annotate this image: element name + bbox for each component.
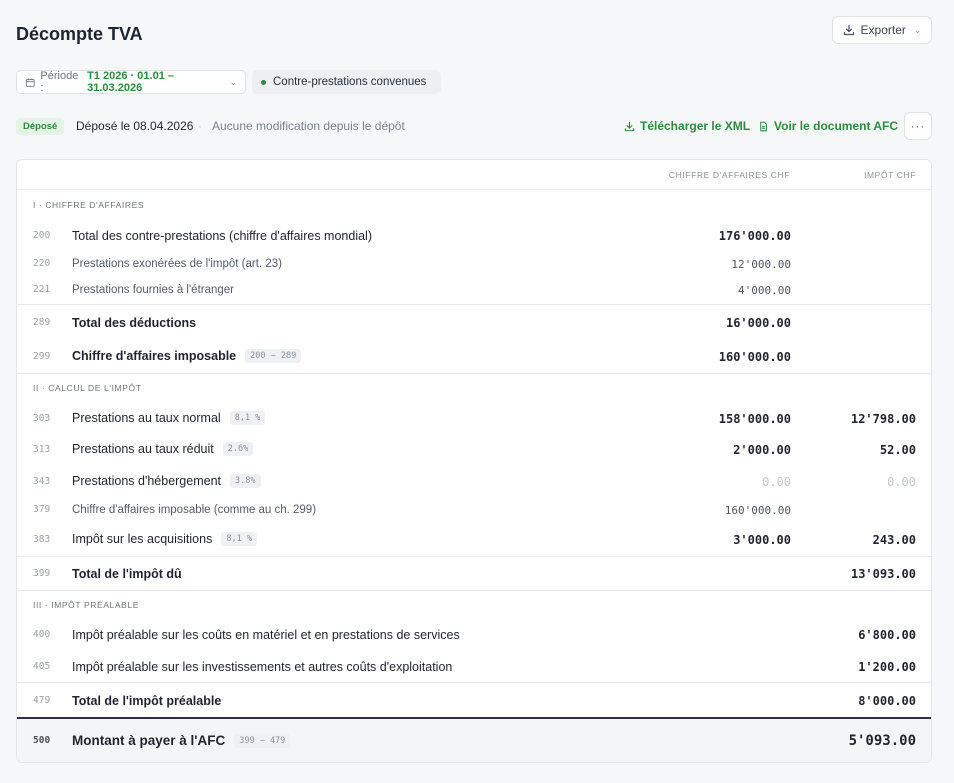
row-label: Prestations au taux réduit [72, 442, 214, 456]
turnover-value: 176'000.00 [718, 229, 791, 243]
row-label: Montant à payer à l'AFC [72, 733, 226, 748]
download-xml-link[interactable]: Télécharger le XML [624, 119, 750, 133]
chevron-down-icon: ⌄ [229, 76, 237, 87]
divider [17, 304, 931, 305]
turnover-value: 160'000.00 [718, 350, 791, 364]
tax-value: 52.00 [879, 443, 916, 457]
row-code: 400 [33, 629, 51, 640]
row-code: 405 [33, 661, 51, 672]
formula-tag: 399 − 479 [234, 733, 291, 748]
page-title: Décompte TVA [16, 24, 143, 44]
vat-table: CHIFFRE D'AFFAIRES CHF IMPÔT CHF I · CHI… [16, 159, 932, 763]
turnover-value: 12'000.00 [731, 258, 791, 271]
chevron-down-icon: ⌄ [913, 24, 922, 35]
more-options-button[interactable]: ··· [904, 112, 932, 140]
download-icon [624, 121, 635, 131]
total-rule [17, 717, 931, 719]
row-code: 303 [33, 413, 51, 424]
rate-tag: 2.6% [222, 442, 254, 456]
row-label: Prestations d'hébergement [72, 474, 222, 488]
row-label-group: Prestations au taux réduit 2.6% [72, 442, 254, 456]
row-label: Total de l'impôt préalable [72, 694, 222, 708]
tax-value: 0.00 [887, 475, 916, 489]
row-code: 479 [33, 695, 51, 706]
row-label: Impôt préalable sur les investissements … [72, 660, 453, 674]
row-label-group: Chiffre d'affaires imposable 200 − 289 [72, 349, 302, 363]
status-dot-icon [261, 79, 266, 85]
turnover-value: 3'000.00 [733, 533, 791, 547]
export-button[interactable]: Exporter ⌄ [832, 16, 932, 44]
turnover-value: 0.00 [762, 475, 791, 489]
tax-value: 12'798.00 [850, 412, 916, 426]
view-document-label: Voir le document AFC [774, 119, 899, 133]
download-xml-label: Télécharger le XML [640, 119, 751, 133]
row-code: 221 [33, 284, 51, 295]
rate-tag: 3.8% [230, 474, 261, 488]
calendar-icon [25, 77, 35, 87]
section-heading-tax-calculation: II · CALCUL DE L'IMPÔT [33, 383, 142, 393]
tax-value: 6'800.00 [858, 628, 916, 642]
row-label: Total des contre-prestations (chiffre d'… [72, 229, 372, 243]
column-header-turnover: CHIFFRE D'AFFAIRES CHF [668, 170, 790, 180]
download-icon [843, 24, 854, 36]
section-heading-input-tax: III · IMPÔT PRÉALABLE [33, 600, 139, 610]
row-label-group: Prestations d'hébergement 3.8% [72, 474, 261, 488]
row-code: 399 [33, 568, 51, 579]
row-code: 313 [33, 444, 51, 455]
row-label: Prestations fournies à l'étranger [72, 284, 235, 296]
row-label: Total de l'impôt dû [72, 567, 182, 581]
turnover-value: 2'000.00 [733, 443, 791, 457]
section-heading-turnover: I · CHIFFRE D'AFFAIRES [33, 200, 145, 210]
status-separator: · [198, 119, 202, 133]
row-code: 200 [33, 230, 51, 241]
row-code: 379 [33, 504, 51, 515]
turnover-value: 160'000.00 [724, 504, 791, 517]
row-label: Chiffre d'affaires imposable (comme au c… [72, 504, 317, 516]
document-icon [760, 121, 767, 131]
turnover-value: 158'000.00 [718, 412, 791, 426]
tax-value: 8'000.00 [858, 694, 916, 708]
amount-due-value: 5'093.00 [848, 733, 916, 749]
row-code: 289 [33, 317, 51, 328]
tax-value: 243.00 [872, 533, 916, 547]
tax-value: 1'200.00 [858, 660, 916, 674]
row-label: Prestations exonérées de l'impôt (art. 2… [72, 258, 282, 270]
row-code: 500 [33, 735, 51, 746]
tax-value: 13'093.00 [850, 567, 916, 581]
row-code: 383 [33, 534, 51, 545]
accounting-mode-chip[interactable]: Contre-prestations convenues [252, 70, 441, 94]
table-header: CHIFFRE D'AFFAIRES CHF IMPÔT CHF [17, 160, 931, 190]
period-value: T1 2026 · 01.01 – 31.03.2026 [87, 70, 174, 94]
formula-tag: 200 − 289 [245, 349, 302, 363]
status-note: Aucune modification depuis le dépôt [212, 119, 405, 133]
period-selector[interactable]: Période : T1 2026 · 01.01 – 31.03.2026 ⌄ [16, 70, 246, 94]
turnover-value: 4'000.00 [738, 284, 791, 297]
view-afc-document-link[interactable]: Voir le document AFC [758, 119, 898, 133]
turnover-value: 16'000.00 [725, 316, 791, 330]
row-code: 299 [33, 351, 51, 362]
rate-tag: 8,1 % [221, 532, 257, 546]
divider [17, 682, 931, 683]
export-label: Exporter [860, 23, 906, 37]
row-label: Impôt sur les acquisitions [72, 532, 213, 546]
row-label: Impôt préalable sur les coûts en matérie… [72, 628, 460, 642]
row-label: Total des déductions [72, 316, 197, 330]
row-label-group: Impôt sur les acquisitions 8,1 % [72, 532, 257, 546]
divider [17, 556, 931, 557]
period-label: Période : [40, 70, 79, 94]
rate-tag: 8,1 % [229, 411, 266, 425]
row-code: 220 [33, 258, 51, 269]
row-label-group: Prestations au taux normal 8,1 % [72, 411, 266, 425]
row-label: Prestations au taux normal [72, 411, 221, 425]
filing-date: Déposé le 08.04.2026 [76, 119, 194, 133]
row-label-group: Montant à payer à l'AFC 399 − 479 [72, 733, 291, 748]
row-code: 343 [33, 476, 51, 487]
more-icon: ··· [910, 119, 926, 133]
row-label: Chiffre d'affaires imposable [72, 349, 237, 363]
vat-statement-page: Décompte TVA Exporter ⌄ Période : T1 202… [0, 0, 954, 783]
accounting-mode-label: Contre-prestations convenues [273, 76, 427, 88]
column-header-tax: IMPÔT CHF [864, 170, 916, 180]
status-badge: Déposé [16, 118, 65, 135]
